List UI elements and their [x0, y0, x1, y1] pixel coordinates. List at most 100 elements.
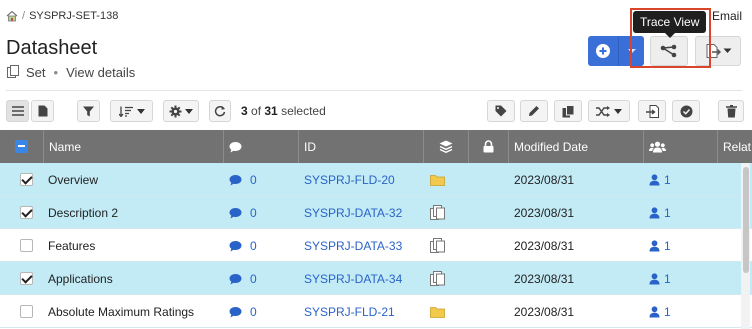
row-checkbox-cell: [20, 295, 33, 328]
row-id[interactable]: SYSPRJ-FLD-21: [304, 295, 395, 328]
select-all-header: [0, 130, 44, 163]
row-users[interactable]: 1: [649, 229, 671, 262]
trash-icon: [725, 104, 737, 117]
row-name[interactable]: Overview: [48, 163, 98, 196]
table-scrollbar[interactable]: [741, 163, 750, 329]
user-icon: [649, 206, 660, 218]
breadcrumb-separator: /: [22, 10, 26, 22]
row-type: [430, 196, 445, 229]
chevron-down-icon: [136, 108, 145, 114]
column-name[interactable]: Name: [44, 130, 224, 163]
trace-view-button[interactable]: [650, 36, 688, 66]
table-row[interactable]: Description 2 0 SYSPRJ-DATA-32 2023/08/31 1: [0, 196, 752, 229]
row-comments[interactable]: 0: [229, 163, 257, 196]
move-button[interactable]: [588, 100, 630, 122]
row-users[interactable]: 1: [649, 163, 671, 196]
datasheet-table: Name ID Modified Date Relat Overview 0 S…: [0, 130, 752, 328]
comment-icon: [229, 207, 242, 218]
row-id[interactable]: SYSPRJ-DATA-33: [304, 229, 402, 262]
comment-icon: [229, 273, 242, 284]
export-button[interactable]: [695, 36, 741, 66]
row-checkbox-cell: [20, 229, 33, 262]
tag-button[interactable]: [487, 100, 515, 122]
user-count: 1: [664, 304, 671, 319]
row-type: [430, 295, 445, 328]
table-body: Overview 0 SYSPRJ-FLD-20 2023/08/31 1 Descrip…: [0, 163, 752, 328]
import-button[interactable]: [638, 100, 666, 122]
row-checkbox[interactable]: [20, 173, 33, 186]
list-view-button[interactable]: [6, 100, 29, 122]
row-users[interactable]: 1: [649, 295, 671, 328]
edit-button[interactable]: [520, 100, 548, 122]
row-name[interactable]: Description 2: [48, 196, 118, 229]
row-name[interactable]: Absolute Maximum Ratings: [48, 295, 194, 328]
comment-count: 0: [250, 304, 257, 319]
selected-count: 3: [241, 104, 248, 118]
delete-button[interactable]: [718, 100, 744, 122]
table-row[interactable]: Features 0 SYSPRJ-DATA-33 2023/08/31 1: [0, 229, 752, 262]
column-modified-date[interactable]: Modified Date: [509, 130, 644, 163]
breadcrumb-project[interactable]: SYSPRJ-SET-138: [29, 10, 118, 22]
add-button[interactable]: [588, 36, 618, 66]
subtitle: Set • View details: [6, 64, 135, 80]
view-details-link[interactable]: View details: [66, 65, 135, 80]
column-type[interactable]: [424, 130, 469, 163]
column-comments[interactable]: [224, 130, 299, 163]
row-id[interactable]: SYSPRJ-DATA-32: [304, 196, 402, 229]
settings-button[interactable]: [163, 100, 199, 122]
row-name[interactable]: Applications: [48, 262, 113, 295]
select-all-checkbox[interactable]: [15, 140, 28, 153]
email-link[interactable]: Email: [712, 9, 742, 23]
row-comments[interactable]: 0: [229, 229, 257, 262]
filter-button[interactable]: [77, 100, 100, 122]
home-icon[interactable]: [6, 10, 18, 22]
approve-button[interactable]: [672, 100, 700, 122]
import-icon: [645, 104, 659, 118]
row-checkbox[interactable]: [20, 239, 33, 252]
row-id[interactable]: SYSPRJ-DATA-34: [304, 262, 402, 295]
row-checkbox[interactable]: [20, 272, 33, 285]
column-lock[interactable]: [469, 130, 509, 163]
refresh-icon: [214, 105, 226, 117]
row-users[interactable]: 1: [649, 262, 671, 295]
table-row[interactable]: Applications 0 SYSPRJ-DATA-34 2023/08/31 1: [0, 262, 752, 295]
row-comments[interactable]: 0: [229, 196, 257, 229]
datasheet-page: / SYSPRJ-SET-138 Email Datasheet Set • V…: [0, 0, 752, 329]
row-comments[interactable]: 0: [229, 295, 257, 328]
table-row[interactable]: Absolute Maximum Ratings 0 SYSPRJ-FLD-21 20…: [0, 295, 752, 328]
chevron-down-icon: [614, 108, 622, 114]
scrollbar-thumb[interactable]: [743, 167, 749, 273]
row-checkbox[interactable]: [20, 206, 33, 219]
column-id[interactable]: ID: [299, 130, 424, 163]
user-count: 1: [664, 172, 671, 187]
comment-icon: [229, 240, 242, 251]
page-title: Datasheet: [6, 37, 98, 59]
row-comments[interactable]: 0: [229, 262, 257, 295]
row-name[interactable]: Features: [48, 229, 95, 262]
chevron-down-icon: [185, 108, 193, 114]
comment-count: 0: [250, 271, 257, 286]
copy-button[interactable]: [554, 100, 582, 122]
column-relations[interactable]: Relat: [718, 130, 752, 163]
table-row[interactable]: Overview 0 SYSPRJ-FLD-20 2023/08/31 1: [0, 163, 752, 196]
row-checkbox[interactable]: [20, 305, 33, 318]
row-users[interactable]: 1: [649, 196, 671, 229]
row-id[interactable]: SYSPRJ-FLD-20: [304, 163, 395, 196]
trace-view-icon: [660, 44, 677, 58]
chevron-down-icon: [723, 48, 731, 53]
row-type: [430, 229, 445, 262]
export-icon: [706, 44, 721, 58]
sort-button[interactable]: [110, 100, 153, 122]
row-type: [430, 262, 445, 295]
row-modified-date: 2023/08/31: [514, 304, 575, 319]
dataset-icon: [430, 238, 445, 253]
list-view-icon: [11, 106, 24, 116]
add-dropdown-button[interactable]: [618, 36, 644, 66]
dot-separator: •: [53, 64, 59, 80]
row-checkbox-cell: [20, 262, 33, 295]
document-view-icon: [38, 105, 47, 117]
filter-icon: [83, 106, 94, 116]
document-view-button[interactable]: [31, 100, 54, 122]
refresh-button[interactable]: [209, 100, 231, 122]
column-users[interactable]: [644, 130, 718, 163]
